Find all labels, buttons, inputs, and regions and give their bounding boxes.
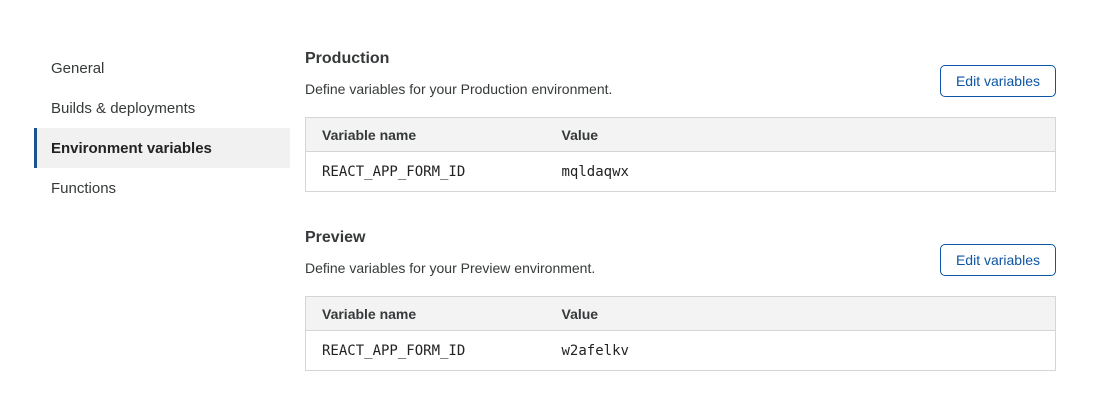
column-header-value: Value xyxy=(546,118,1056,152)
edit-variables-button-preview[interactable]: Edit variables xyxy=(940,244,1056,276)
sidebar-item-label: Builds & deployments xyxy=(51,100,195,117)
production-variables-table: Variable name Value REACT_APP_FORM_ID mq… xyxy=(305,117,1056,192)
sidebar-item-environment-variables[interactable]: Environment variables xyxy=(34,128,290,168)
column-header-variable-name: Variable name xyxy=(306,118,546,152)
column-header-value: Value xyxy=(546,297,1056,331)
variable-value-cell: w2afelkv xyxy=(546,331,1056,371)
table-header-row: Variable name Value xyxy=(306,297,1056,331)
environment-variables-content: Production Define variables for your Pro… xyxy=(305,0,1056,371)
preview-section: Preview Define variables for your Previe… xyxy=(305,229,1056,371)
table-row: REACT_APP_FORM_ID mqldaqwx xyxy=(306,152,1056,192)
column-header-variable-name: Variable name xyxy=(306,297,546,331)
sidebar-item-label: General xyxy=(51,60,104,77)
table-header-row: Variable name Value xyxy=(306,118,1056,152)
sidebar-item-label: Functions xyxy=(51,180,116,197)
variable-name-cell: REACT_APP_FORM_ID xyxy=(306,331,546,371)
sidebar-item-label: Environment variables xyxy=(51,140,212,157)
table-row: REACT_APP_FORM_ID w2afelkv xyxy=(306,331,1056,371)
preview-variables-table: Variable name Value REACT_APP_FORM_ID w2… xyxy=(305,296,1056,371)
edit-variables-button-production[interactable]: Edit variables xyxy=(940,65,1056,97)
variable-name-cell: REACT_APP_FORM_ID xyxy=(306,152,546,192)
sidebar-item-builds-deployments[interactable]: Builds & deployments xyxy=(34,88,290,128)
production-section: Production Define variables for your Pro… xyxy=(305,50,1056,192)
sidebar-item-functions[interactable]: Functions xyxy=(34,168,290,208)
variable-value-cell: mqldaqwx xyxy=(546,152,1056,192)
sidebar-item-general[interactable]: General xyxy=(34,48,290,88)
settings-sidebar: General Builds & deployments Environment… xyxy=(34,48,290,208)
